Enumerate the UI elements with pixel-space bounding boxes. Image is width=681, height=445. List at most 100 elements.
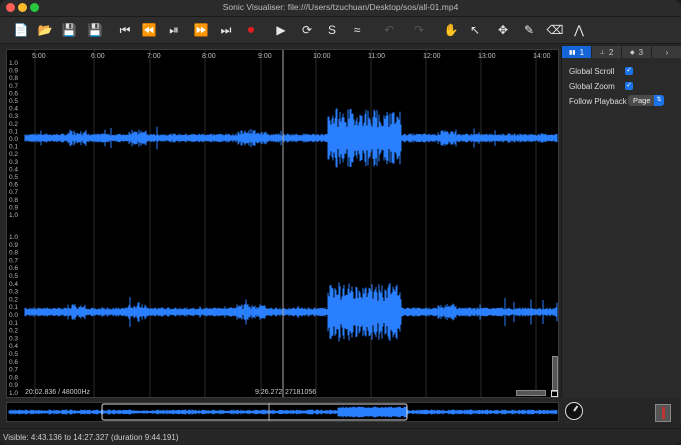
erase-icon: ⌫ [546,23,564,37]
select-icon: ↖ [469,23,481,37]
tab-layer-2[interactable]: ⊥ 2 [592,46,622,58]
new-session-icon: 📄 [13,23,29,37]
save-button[interactable]: 💾 [60,21,78,39]
scale-label: 0.8 [9,374,18,381]
open-icon: 📂 [37,23,53,37]
save-as-button[interactable]: 💾 [86,21,104,39]
play-pause-button[interactable]: ⏯ [165,21,183,39]
time-tick-label: 8:00 [202,53,216,60]
scale-label: 0.1 [9,128,18,135]
overview-waveform [8,406,558,418]
draw-icon: ✎ [523,23,535,37]
scale-label: 0.9 [9,204,18,211]
new-session-button[interactable]: 📄 [12,21,30,39]
scale-label: 0.2 [9,328,18,335]
waveform-channel [24,108,558,168]
scale-label: 0.9 [9,242,18,249]
speedup-button[interactable]: ≈ [348,21,366,39]
redo-button[interactable]: ↷ [410,21,428,39]
layer-3-icon: ◆ [629,49,635,56]
measure-button[interactable]: ⋀ [570,21,588,39]
follow-playback-select[interactable]: Page ⇅ [628,95,664,106]
global-zoom-checkbox[interactable]: ✓ [625,82,633,90]
layer-tabs: ▮▮ 1 ⊥ 2 ◆ 3 › [562,46,681,58]
scale-label: 0.1 [9,320,18,327]
global-scroll-label: Global Scroll [569,67,615,76]
status-text: Visible: 4:43.136 to 14:27.327 (duration… [3,433,179,442]
scale-label: 0.6 [9,265,18,272]
save-as-icon: 💾 [87,23,103,37]
vertical-zoom-slider[interactable] [552,356,558,392]
scale-label: 1.0 [9,390,18,397]
record-button[interactable]: ⏺ [242,21,260,39]
scale-label: 0.5 [9,351,18,358]
scale-label: 0.9 [9,68,18,75]
open-button[interactable]: 📂 [36,21,54,39]
overview-canvas[interactable] [7,403,558,421]
redo-icon: ↷ [413,23,425,37]
draw-button[interactable]: ✎ [520,21,538,39]
time-tick-label: 9:00 [258,53,272,60]
loop-icon: ⟳ [301,23,313,37]
global-scroll-checkbox[interactable]: ✓ [625,67,633,75]
scale-label: 0.5 [9,273,18,280]
navigate-icon: ✋ [443,23,459,37]
scale-label: 0.2 [9,296,18,303]
scale-label: 0.3 [9,159,18,166]
scale-label: 0.7 [9,83,18,90]
scale-label: 0.6 [9,90,18,97]
rewind-icon: ⏪ [141,23,157,37]
ruler-layer-icon: ⊥ [599,49,605,56]
zoom-reset-button[interactable] [551,390,558,397]
scale-label: 1.0 [9,60,18,67]
global-zoom-label: Global Zoom [569,82,615,91]
cursor-time-label: 9:26.272 [255,389,283,396]
undo-button[interactable]: ↶ [380,21,398,39]
solo-button[interactable]: S [323,21,341,39]
scale-label: 0.1 [9,144,18,151]
scale-label: 0.4 [9,343,18,350]
scale-label: 0.5 [9,98,18,105]
tab-layer-3[interactable]: ◆ 3 [622,46,652,58]
move-button[interactable]: ✥ [494,21,512,39]
scale-label: 0.1 [9,304,18,311]
pane-start-label: 20:02.836 / 48000Hz [25,389,90,396]
waveform-layer-icon: ▮▮ [568,49,576,56]
play-selection-button[interactable]: ▶ [272,21,290,39]
playback-speed-dial[interactable] [565,402,583,420]
level-meter [655,404,671,422]
tab-layer-1[interactable]: ▮▮ 1 [562,46,592,58]
select-button[interactable]: ↖ [466,21,484,39]
overview-pane[interactable] [6,402,559,422]
fast-forward-icon: ⏩ [193,23,209,37]
main-window: Sonic Visualiser: file:///Users/tzuchuan… [0,0,681,445]
title-bar: Sonic Visualiser: file:///Users/tzuchuan… [0,0,681,17]
forward-end-button[interactable]: ⏭ [217,21,235,39]
cursor-frame-label: 27181056 [285,389,317,396]
loop-button[interactable]: ⟳ [298,21,316,39]
window-title: Sonic Visualiser: file:///Users/tzuchuan… [222,2,459,12]
erase-button[interactable]: ⌫ [546,21,564,39]
play-pause-icon: ⏯ [169,22,179,37]
horizontal-zoom-slider[interactable] [516,390,546,396]
tab-scroll-right[interactable]: › [652,46,681,58]
waveform-pane[interactable]: 5:00 6:00 7:00 8:00 9:00 10:00 11:00 12:00 13:00… [6,49,559,398]
measure-icon: ⋀ [574,23,584,37]
rewind-button[interactable]: ⏪ [140,21,158,39]
chevron-updown-icon: ⇅ [654,95,664,106]
navigate-button[interactable]: ✋ [442,21,460,39]
time-tick-label: 10:00 [313,53,331,60]
scale-label: 0.7 [9,189,18,196]
time-tick-label: 11:00 [368,53,385,60]
scale-label: 0.3 [9,113,18,120]
rewind-start-button[interactable]: ⏮ [116,21,134,39]
speedup-icon: ≈ [353,23,361,37]
undo-icon: ↶ [383,23,395,37]
scale-label: 0.4 [9,166,18,173]
fast-forward-button[interactable]: ⏩ [192,21,210,39]
scale-label: 0.7 [9,257,18,264]
waveform-canvas[interactable]: 5:00 6:00 7:00 8:00 9:00 10:00 11:00 12:00 13:00… [7,50,558,397]
waveform-channel [24,282,558,342]
time-tick-label: 7:00 [147,53,161,60]
scale-label: 0.7 [9,367,18,374]
